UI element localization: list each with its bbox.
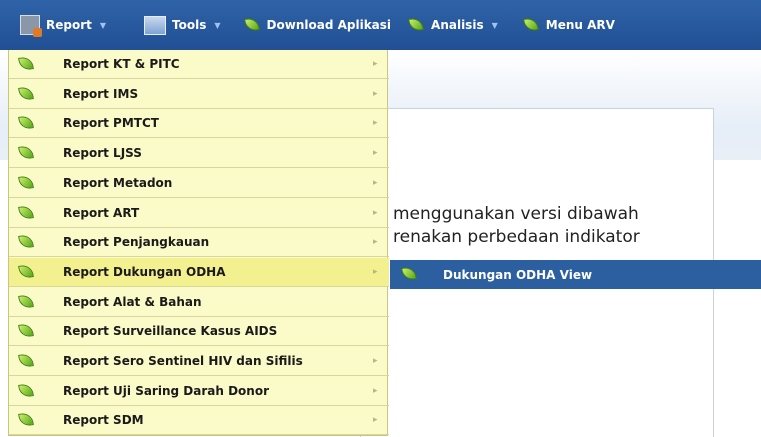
leaf-icon xyxy=(243,18,261,32)
leaf-icon xyxy=(400,267,418,281)
submenu-arrow-icon: ▸ xyxy=(373,59,378,69)
chevron-down-icon: ▼ xyxy=(491,20,498,30)
submenu-arrow-icon: ▸ xyxy=(373,237,378,247)
report-menu-item-label: Report KT & PITC xyxy=(63,57,180,71)
top-menubar: Report ▼ Tools ▼ Download Aplikasi Anali… xyxy=(0,0,761,50)
leaf-icon xyxy=(17,413,35,427)
menu-report-label: Report xyxy=(46,18,92,32)
submenu-arrow-icon: ▸ xyxy=(373,386,378,396)
menu-tools[interactable]: Tools ▼ xyxy=(144,0,221,50)
report-menu-item-label: Report Dukungan ODHA xyxy=(63,265,226,279)
report-menu-item-label: Report LJSS xyxy=(63,146,142,160)
report-menu-item-label: Report SDM xyxy=(63,413,144,427)
leaf-icon xyxy=(17,87,35,101)
leaf-icon xyxy=(17,176,35,190)
menu-download-aplikasi[interactable]: Download Aplikasi xyxy=(243,0,392,50)
leaf-icon xyxy=(17,295,35,309)
tools-icon xyxy=(144,15,167,35)
chevron-down-icon: ▼ xyxy=(214,20,221,30)
report-menu-item-label: Report Sero Sentinel HIV dan Sifilis xyxy=(63,354,303,368)
report-menu-item[interactable]: Report SDM ▸ xyxy=(9,406,389,435)
submenu-arrow-icon: ▸ xyxy=(373,89,378,99)
report-menu-item[interactable]: Report Sero Sentinel HIV dan Sifilis ▸ xyxy=(9,347,389,376)
leaf-icon xyxy=(17,146,35,160)
report-menu-item-label: Report Surveillance Kasus AIDS xyxy=(63,324,278,338)
report-menu-item[interactable]: Report Dukungan ODHA ▸ xyxy=(9,258,389,287)
content-line-2: renakan perbedaan indikator xyxy=(393,227,640,247)
report-menu-item[interactable]: Report ART ▸ xyxy=(9,199,389,228)
menu-arv-label: Menu ARV xyxy=(545,18,615,32)
menu-analisis-label: Analisis xyxy=(431,18,484,32)
report-menu-item-label: Report Penjangkauan xyxy=(63,235,210,249)
report-menu-item[interactable]: Report Surveillance Kasus AIDS xyxy=(9,317,389,346)
report-menu-item[interactable]: Report KT & PITC ▸ xyxy=(9,50,389,79)
report-menu-item-label: Report Metadon xyxy=(63,176,173,190)
leaf-icon xyxy=(17,354,35,368)
submenu-arrow-icon: ▸ xyxy=(373,148,378,158)
submenu-item-label: Dukungan ODHA View xyxy=(443,267,593,282)
leaf-icon xyxy=(17,206,35,220)
leaf-icon xyxy=(17,265,35,279)
leaf-icon xyxy=(17,116,35,130)
report-menu-item-label: Report PMTCT xyxy=(63,116,159,130)
report-menu-item[interactable]: Report Metadon ▸ xyxy=(9,169,389,198)
report-menu-item[interactable]: Report IMS ▸ xyxy=(9,80,389,109)
report-menu-item[interactable]: Report Uji Saring Darah Donor ▸ xyxy=(9,377,389,406)
submenu-arrow-icon: ▸ xyxy=(373,178,378,188)
report-icon xyxy=(20,15,42,37)
leaf-icon xyxy=(17,235,35,249)
report-menu-item-label: Report Alat & Bahan xyxy=(63,295,202,309)
chevron-down-icon: ▼ xyxy=(99,20,107,30)
menu-tools-label: Tools xyxy=(172,18,207,32)
leaf-icon xyxy=(17,57,35,71)
report-menu-item-label: Report ART xyxy=(63,206,140,220)
leaf-icon xyxy=(17,384,35,398)
report-menu-item[interactable]: Report Penjangkauan ▸ xyxy=(9,228,389,257)
content-line-1: menggunakan versi dibawah xyxy=(393,204,639,224)
submenu-arrow-icon: ▸ xyxy=(373,267,378,277)
submenu-arrow-icon: ▸ xyxy=(373,415,378,425)
leaf-icon xyxy=(522,18,540,32)
report-menu-item-label: Report IMS xyxy=(63,87,139,101)
leaf-icon xyxy=(407,18,425,32)
menu-analisis[interactable]: Analisis ▼ xyxy=(407,0,498,50)
report-dropdown-menu: Report KT & PITC ▸ Report IMS ▸ Report PMTCT… xyxy=(8,50,389,436)
leaf-icon xyxy=(17,324,35,338)
report-menu-item[interactable]: Report LJSS ▸ xyxy=(9,139,389,168)
submenu-arrow-icon: ▸ xyxy=(373,118,378,128)
submenu-arrow-icon: ▸ xyxy=(373,356,378,366)
report-menu-item[interactable]: Report Alat & Bahan xyxy=(9,288,389,317)
report-menu-item[interactable]: Report PMTCT ▸ xyxy=(9,109,389,138)
menu-arv[interactable]: Menu ARV xyxy=(522,0,615,50)
submenu-item-dukungan-odha-view[interactable]: Dukungan ODHA View xyxy=(390,260,761,289)
report-menu-item-label: Report Uji Saring Darah Donor xyxy=(63,384,269,398)
menu-download-label: Download Aplikasi xyxy=(266,18,392,32)
menu-report[interactable]: Report ▼ xyxy=(20,0,106,50)
submenu-arrow-icon: ▸ xyxy=(373,208,378,218)
content-text: menggunakan versi dibawah renakan perbed… xyxy=(393,203,640,249)
